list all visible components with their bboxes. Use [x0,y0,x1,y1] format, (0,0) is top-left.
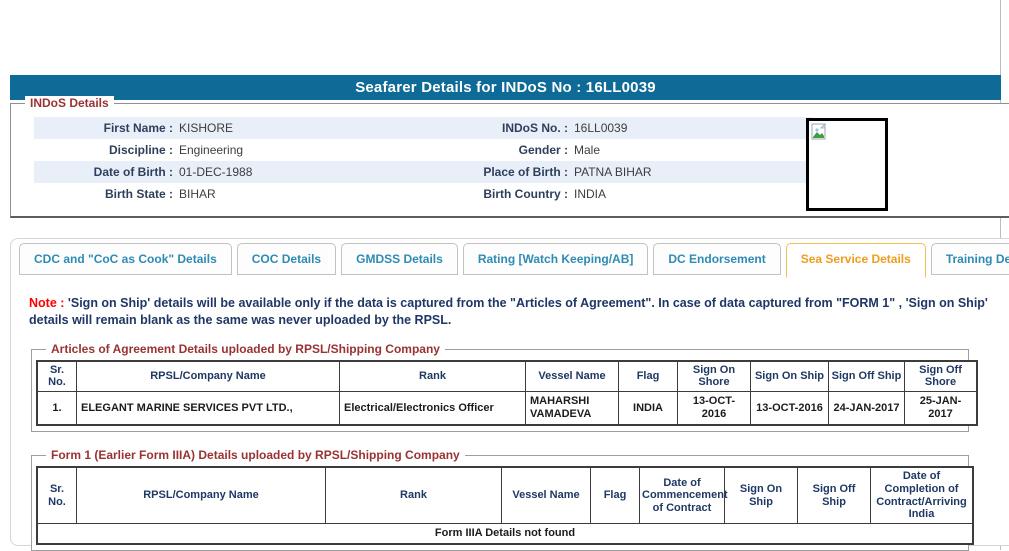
table-cell: INDIA [619,392,677,424]
field-value: PATNA BIHAR [574,165,811,179]
sea-service-tab-panel: CDC and "CoC as Cook" DetailsCOC Details… [10,238,1009,546]
field-label: Date of Birth : [34,165,179,179]
table-cell: 24-JAN-2017 [829,392,904,424]
table-cell: ELEGANT MARINE SERVICES PVT LTD., [77,392,339,424]
table-header-cell: Date of Completion of Contract/Arriving … [871,468,972,523]
articles-of-agreement-legend: Articles of Agreement Details uploaded b… [46,342,445,356]
field-value: INDIA [574,187,811,201]
indos-detail-row: First Name :KISHOREINDoS No. :16LL0039 [34,117,811,139]
tab-sea-service-details[interactable]: Sea Service Details [786,243,926,278]
table-row: 1.ELEGANT MARINE SERVICES PVT LTD.,Elect… [38,392,976,424]
page-title-bar: Seafarer Details for INDoS No : 16LL0039 [10,75,1001,100]
indos-details-fieldset: INDoS Details First Name :KISHOREINDoS N… [10,103,1009,218]
field-label: Place of Birth : [449,165,574,179]
form1-fieldset: Form 1 (Earlier Form IIIA) Details uploa… [31,455,969,551]
table-empty-message: Form IIIA Details not found [38,524,972,543]
table-cell: 25-JAN-2017 [905,392,976,424]
note-body: 'Sign on Ship' details will be available… [29,296,988,327]
field-label: INDoS No. : [449,121,574,135]
table-cell: 1. [38,392,76,424]
table-header-cell: Sign On Ship [751,362,828,391]
table-header-row: Sr. No.RPSL/Company NameRankVessel NameF… [38,362,976,391]
tab-rating-watch-keeping-ab[interactable]: Rating [Watch Keeping/AB] [463,243,649,275]
seafarer-photo-box [806,118,888,211]
table-cell: MAHARSHI VAMADEVA [526,392,618,424]
tab-coc-details[interactable]: COC Details [237,243,336,275]
table-header-cell: Sign Off Shore [905,362,976,391]
table-header-cell: Date of Commencement of Contract [640,468,724,523]
field-value: 01-DEC-1988 [179,165,449,179]
table-header-cell: RPSL/Company Name [77,468,325,523]
table-header-row: Sr. No.RPSL/Company NameRankVessel NameF… [38,468,972,523]
table-cell: Electrical/Electronics Officer [340,392,525,424]
articles-of-agreement-table: Sr. No.RPSL/Company NameRankVessel NameF… [36,360,978,427]
page-title: Seafarer Details for INDoS No : 16LL0039 [355,79,656,96]
table-header-cell: Sign Off Ship [798,468,870,523]
broken-image-icon [809,123,885,140]
table-cell: 13-OCT-2016 [678,392,750,424]
form1-table: Sr. No.RPSL/Company NameRankVessel NameF… [36,466,974,545]
table-header-cell: Flag [619,362,677,391]
sign-on-ship-note: Note : 'Sign on Ship' details will be av… [29,295,989,329]
table-header-cell: Sign On Ship [725,468,797,523]
field-label: Discipline : [34,143,179,157]
table-header-cell: Sr. No. [38,468,76,523]
table-header-cell: RPSL/Company Name [77,362,339,391]
table-header-cell: Rank [326,468,501,523]
field-value: Engineering [179,143,449,157]
field-label: Birth Country : [449,187,574,201]
field-value: Male [574,143,811,157]
field-label: First Name : [34,121,179,135]
table-empty-row: Form IIIA Details not found [38,524,972,543]
table-header-cell: Sr. No. [38,362,76,391]
indos-detail-row: Discipline :EngineeringGender :Male [34,139,811,161]
articles-of-agreement-fieldset: Articles of Agreement Details uploaded b… [31,349,969,433]
tab-dc-endorsement[interactable]: DC Endorsement [653,243,780,275]
tab-training-details[interactable]: Training Details [931,243,1009,275]
table-header-cell: Vessel Name [526,362,618,391]
tab-gmdss-details[interactable]: GMDSS Details [341,243,458,275]
table-cell: 13-OCT-2016 [751,392,828,424]
indos-detail-row: Date of Birth :01-DEC-1988Place of Birth… [34,161,811,183]
tab-strip: CDC and "CoC as Cook" DetailsCOC Details… [11,239,1009,275]
form1-legend: Form 1 (Earlier Form IIIA) Details uploa… [46,448,465,462]
table-header-cell: Sign On Shore [678,362,750,391]
table-header-cell: Vessel Name [502,468,590,523]
indos-details-rows: First Name :KISHOREINDoS No. :16LL0039Di… [34,117,811,205]
table-header-cell: Flag [591,468,639,523]
field-value: KISHORE [179,121,449,135]
field-value: BIHAR [179,187,449,201]
tab-cdc-and-coc-as-cook-details[interactable]: CDC and "CoC as Cook" Details [19,243,232,275]
field-value: 16LL0039 [574,121,811,135]
table-header-cell: Sign Off Ship [829,362,904,391]
table-header-cell: Rank [340,362,525,391]
field-label: Birth State : [34,187,179,201]
note-prefix: Note : [29,296,64,310]
field-label: Gender : [449,143,574,157]
indos-details-legend: INDoS Details [25,96,114,110]
indos-detail-row: Birth State :BIHARBirth Country :INDIA [34,183,811,205]
